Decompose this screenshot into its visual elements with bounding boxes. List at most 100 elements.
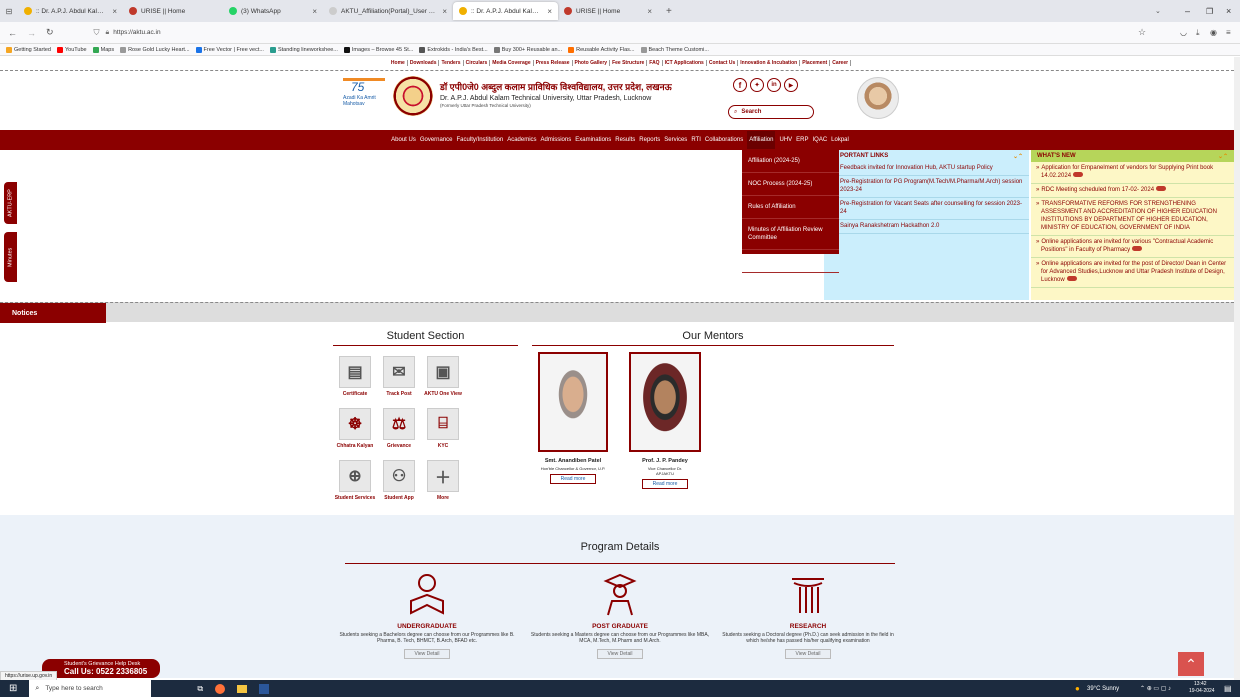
top-link[interactable]: Photo Gallery <box>573 60 611 66</box>
important-link-item[interactable]: Pre-Registration for PG Program(M.Tech/M… <box>824 176 1029 198</box>
affiliation-menu-item[interactable]: Rules of Affiliation <box>742 196 839 219</box>
student-item[interactable]: ✉ Track Post <box>377 356 421 397</box>
browser-tab[interactable]: URISE || Home <box>123 2 223 20</box>
view-detail-button[interactable]: View Detail <box>596 649 644 659</box>
side-tab-erp[interactable]: AKTU-ERP <box>4 182 17 224</box>
task-view-icon[interactable]: ⧉ <box>197 684 203 694</box>
student-item[interactable]: ⚇ Student App <box>377 460 421 501</box>
browser-tab[interactable]: (3) WhatsApp × <box>223 2 323 20</box>
url-text[interactable]: https://aktu.ac.in <box>113 29 160 36</box>
student-item[interactable]: ⊕ Student Services <box>333 460 377 501</box>
browser-tab[interactable]: AKTU_Affiliation(Portal)_User Manu × <box>323 2 453 20</box>
collapse-icon[interactable]: ⌄⌃ <box>1013 153 1023 160</box>
student-item[interactable]: ☸ Chhatra Kalyan <box>333 408 377 449</box>
maximize-button[interactable]: ❐ <box>1206 7 1213 16</box>
download-icon[interactable]: ⤓ <box>1196 28 1200 38</box>
main-nav-item[interactable]: About Us <box>391 137 416 143</box>
menu-icon[interactable]: ≡ <box>1226 28 1231 37</box>
top-link[interactable]: Press Release <box>534 60 573 66</box>
main-nav-item[interactable]: Results <box>615 137 635 143</box>
account-icon[interactable]: ◉ <box>1210 28 1217 37</box>
top-link[interactable]: Home <box>389 60 408 66</box>
main-nav-item[interactable]: Academics <box>507 137 536 143</box>
tab-list-icon[interactable]: ⊟ <box>0 7 18 16</box>
main-nav-item[interactable]: Affiliation <box>747 131 776 149</box>
main-nav-item[interactable]: IQAC <box>813 137 828 143</box>
whats-new-item[interactable]: » TRANSFORMATIVE REFORMS FOR STRENGTHENIN… <box>1031 198 1234 236</box>
top-link[interactable]: Circulars <box>464 60 491 66</box>
new-tab-button[interactable]: + <box>666 6 672 17</box>
main-nav-item[interactable]: Admissions <box>541 137 572 143</box>
main-nav-item[interactable]: ERP <box>796 137 808 143</box>
read-more-button[interactable]: Read more <box>549 474 597 484</box>
top-link[interactable]: Contact Us <box>707 60 739 66</box>
top-link[interactable]: Innovation & Incubation <box>738 60 801 66</box>
collapse-icon[interactable]: ⌄⌃ <box>1218 153 1228 160</box>
main-nav-item[interactable]: Faculty/Institution <box>457 137 504 143</box>
view-detail-button[interactable]: View Detail <box>784 649 832 659</box>
close-window-button[interactable]: × <box>1226 6 1231 16</box>
top-link[interactable]: Downloads <box>408 60 440 66</box>
top-link[interactable]: Media Coverage <box>490 60 534 66</box>
taskbar-search[interactable]: ⌕ Type here to search <box>29 680 152 697</box>
tab-close-icon[interactable]: × <box>641 7 652 16</box>
tab-dropdown-icon[interactable]: ⌄ <box>1155 7 1161 15</box>
facebook-icon[interactable]: f <box>733 78 747 92</box>
windows-start-icon[interactable]: ⊞ <box>9 683 17 694</box>
main-nav-item[interactable]: RTI <box>691 137 701 143</box>
top-link[interactable]: Fee Structure <box>610 60 648 66</box>
side-tab-minutes[interactable]: Minutes <box>4 232 17 282</box>
minimize-button[interactable]: – <box>1185 6 1190 16</box>
top-link[interactable]: Career <box>830 60 852 66</box>
important-link-item[interactable]: Feedback invited for Innovation Hub, AKT… <box>824 162 1029 176</box>
word-icon[interactable] <box>259 683 270 694</box>
search-box[interactable]: ⌕ Search <box>728 105 814 119</box>
main-nav-item[interactable]: UHV <box>779 137 792 143</box>
tab-close-icon[interactable]: × <box>106 7 117 16</box>
student-item[interactable]: ▣ AKTU One View <box>421 356 465 397</box>
whats-new-item[interactable]: » RDC Meeting scheduled from 17-02- 2024 <box>1031 184 1234 198</box>
linkedin-icon[interactable]: in <box>767 78 781 92</box>
pocket-icon[interactable]: ◡ <box>1180 28 1187 37</box>
back-icon[interactable]: ← <box>8 28 17 38</box>
forward-icon[interactable]: → <box>27 28 36 38</box>
browser-tab[interactable]: :: Dr. A.P.J. Abdul Kalam Techn× <box>18 2 123 20</box>
read-more-button[interactable]: Read more <box>641 479 689 489</box>
student-item[interactable]: ⌸ KYC <box>421 408 465 449</box>
file-explorer-icon[interactable] <box>237 684 248 693</box>
important-link-item[interactable]: Sainya Ranakshetram Hackathon 2.0 <box>824 220 1029 234</box>
main-nav-item[interactable]: Examinations <box>575 137 611 143</box>
top-link[interactable]: Tenders <box>439 60 464 66</box>
top-link[interactable]: Placement <box>800 60 831 66</box>
reload-icon[interactable]: ↻ <box>46 27 54 38</box>
student-item[interactable]: ▤ Certificate <box>333 356 377 397</box>
affiliation-menu-item[interactable]: Affiliation (2024-25) <box>742 150 839 173</box>
main-nav-item[interactable]: Services <box>664 137 687 143</box>
system-tray-icons[interactable]: ⌃ ⊕ ▭ ▢ ♪ <box>1140 685 1171 692</box>
top-link[interactable]: FAQ <box>647 60 663 66</box>
important-link-item[interactable]: Pre-Registration for Vacant Seats after … <box>824 198 1029 220</box>
bookmark-item[interactable]: Beach Theme Customi... <box>640 46 709 53</box>
view-detail-button[interactable]: View Detail <box>403 649 451 659</box>
top-link[interactable]: ICT Applications <box>663 60 707 66</box>
tab-close-icon[interactable]: × <box>541 7 552 16</box>
main-nav-item[interactable]: Collaborations <box>705 137 743 143</box>
affiliation-menu-item[interactable]: List of Affiliated Institute <box>742 250 839 273</box>
student-item[interactable]: ⚖ Grievance <box>377 408 421 449</box>
tab-close-icon[interactable]: × <box>436 7 447 16</box>
browser-tab[interactable]: URISE || Home × <box>558 2 658 20</box>
main-nav-item[interactable]: Reports <box>639 137 660 143</box>
whats-new-item[interactable]: » Online applications are invited for the… <box>1031 258 1234 288</box>
affiliation-menu-item[interactable]: Minutes of Affiliation Review Committee <box>742 219 839 250</box>
notification-icon[interactable]: ▤ <box>1224 684 1232 693</box>
affiliation-menu-item[interactable]: NOC Process (2024-25) <box>742 173 839 196</box>
whats-new-item[interactable]: » Online applications are invited for var… <box>1031 236 1234 258</box>
twitter-icon[interactable]: ✦ <box>750 78 764 92</box>
bookmark-item[interactable]: Free Vector | Free vect... <box>195 46 264 53</box>
tab-close-icon[interactable]: × <box>306 7 317 16</box>
bookmark-star-icon[interactable]: ☆ <box>1138 27 1146 38</box>
page-scrollbar[interactable] <box>1234 57 1240 680</box>
bookmark-item[interactable]: Buy 300+ Reusable an... <box>493 46 562 53</box>
bookmark-item[interactable]: YouTube <box>57 46 87 53</box>
helpdesk-widget[interactable]: Student's Grievance Help Desk Call Us: 0… <box>42 659 160 678</box>
